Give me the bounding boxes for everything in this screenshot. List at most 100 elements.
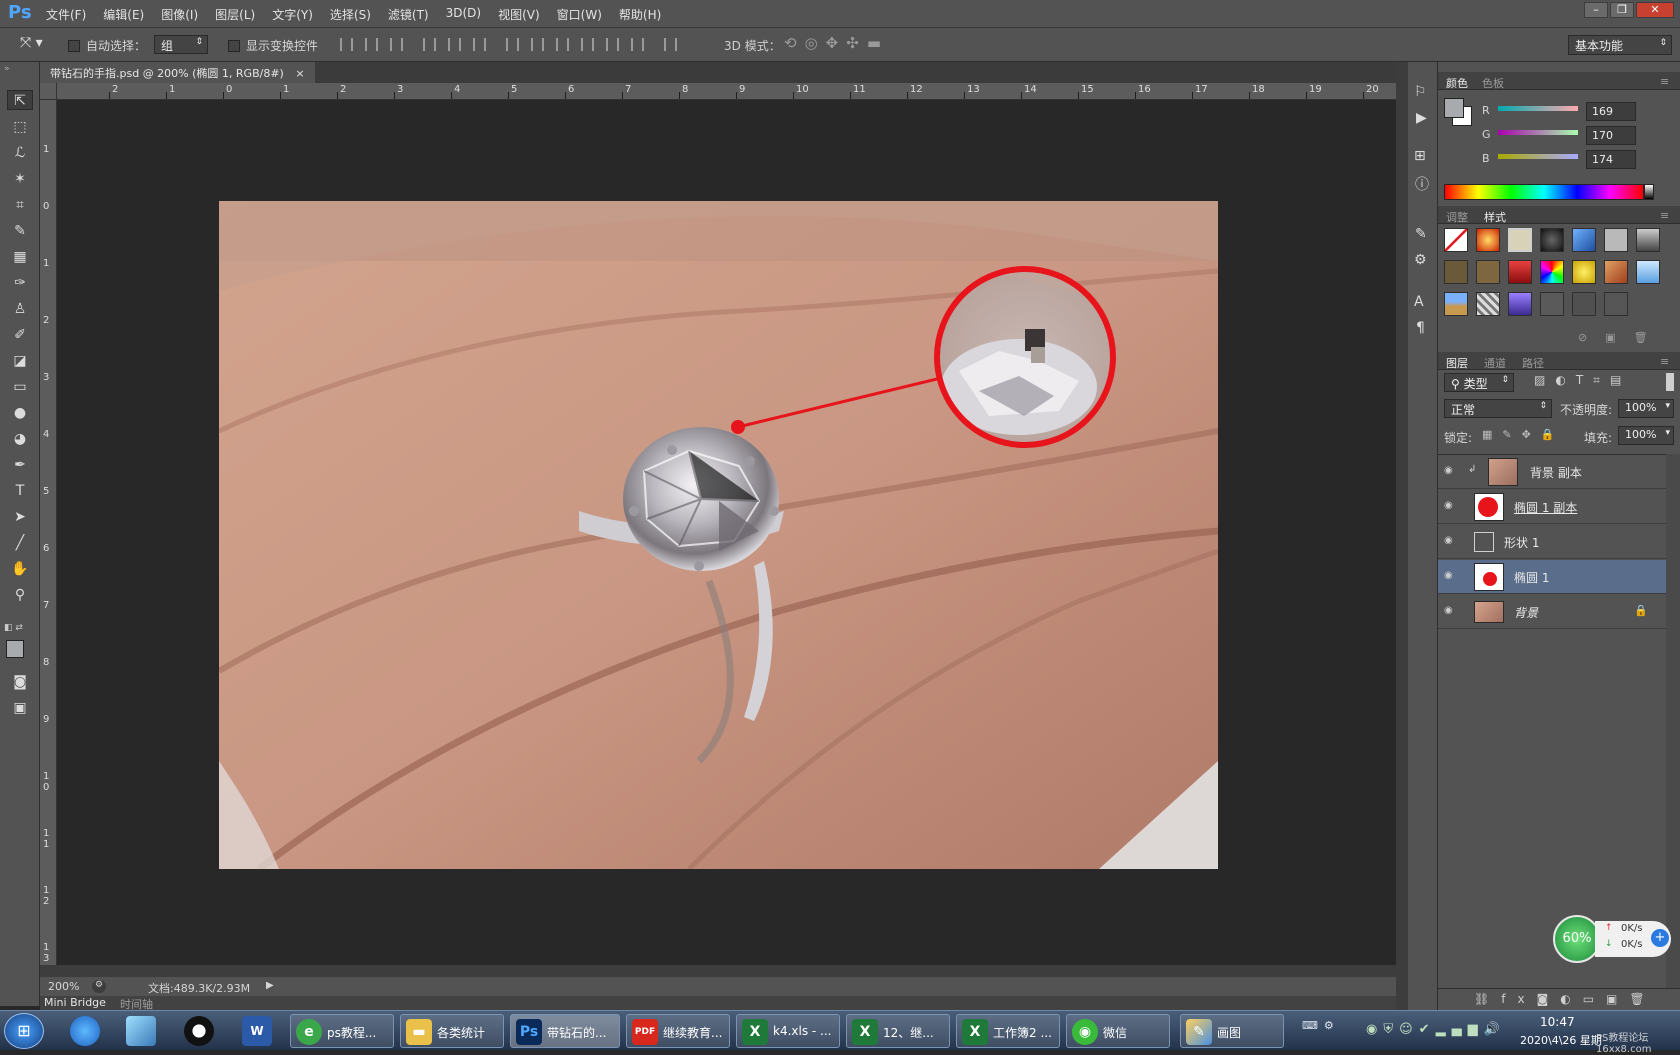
style-swatch[interactable] (1540, 292, 1564, 316)
menu-layer[interactable]: 图层(L) (215, 6, 255, 23)
lock-position-icon[interactable]: ✥ (1522, 428, 1541, 441)
auto-select-checkbox[interactable] (68, 40, 80, 52)
adjustment-layer-icon[interactable]: ◐ (1560, 992, 1582, 1006)
taskbar-button[interactable]: ▬ 各类统计 (400, 1014, 504, 1048)
layer-row[interactable]: ◉ ↲ 背景 副本 (1438, 455, 1666, 489)
auto-align-icon[interactable] (664, 38, 677, 51)
network-icon[interactable]: ▂▄▆ (1436, 1022, 1484, 1037)
horizontal-scrollbar[interactable] (40, 965, 1396, 977)
menu-view[interactable]: 视图(V) (498, 6, 540, 23)
document-canvas[interactable] (219, 201, 1218, 869)
keyboard-icon[interactable]: ⌨ (1302, 1019, 1324, 1032)
style-swatch[interactable] (1540, 260, 1564, 284)
taskbar-button[interactable]: ✎ 画图 (1180, 1014, 1284, 1048)
channel-r-value[interactable]: 169 (1586, 102, 1636, 121)
style-swatch[interactable] (1476, 260, 1500, 284)
style-swatch[interactable] (1604, 228, 1628, 252)
brush-presets-icon[interactable]: ⚙ (1414, 252, 1427, 268)
style-swatch[interactable] (1604, 260, 1628, 284)
filter-type-icon[interactable]: T (1576, 373, 1593, 387)
menu-type[interactable]: 文字(Y) (272, 6, 313, 23)
clock-time[interactable]: 10:47 (1540, 1015, 1575, 1029)
filter-toggle[interactable] (1666, 373, 1674, 391)
menu-filter[interactable]: 滤镜(T) (388, 6, 429, 23)
status-share-icon[interactable]: ⚙ (92, 980, 106, 993)
healing-brush-tool-icon[interactable]: ▦ (7, 247, 33, 267)
align-bottom-icon[interactable] (390, 38, 403, 51)
eraser-tool-icon[interactable]: ◪ (7, 351, 33, 371)
status-menu-arrow-icon[interactable]: ▶ (266, 980, 274, 991)
delete-layer-icon[interactable]: 🗑 (1629, 992, 1656, 1006)
character-panel-icon[interactable]: A (1414, 294, 1424, 310)
tab-color[interactable]: 颜色 (1446, 75, 1468, 91)
delete-style-icon[interactable]: 🗑 (1634, 331, 1666, 344)
taskbar-button[interactable]: ◉ 微信 (1066, 1014, 1170, 1048)
menu-help[interactable]: 帮助(H) (619, 6, 661, 23)
paragraph-panel-icon[interactable]: ¶ (1416, 320, 1425, 336)
visibility-eye-icon[interactable]: ◉ (1444, 605, 1458, 617)
screen-mode-icon[interactable]: ▣ (7, 698, 33, 718)
panel-menu-icon[interactable]: ≡ (1660, 209, 1669, 222)
pan-3d-icon[interactable]: ✥ (826, 34, 847, 52)
fill-input[interactable]: 100% ▾ (1618, 426, 1674, 445)
style-swatch[interactable] (1476, 292, 1500, 316)
brush-panel-icon[interactable]: ✎ (1415, 226, 1427, 242)
channel-g-slider[interactable] (1498, 130, 1578, 135)
tab-layers[interactable]: 图层 (1446, 355, 1468, 371)
menu-3d[interactable]: 3D(D) (446, 6, 481, 23)
distribute-right-icon[interactable] (631, 38, 644, 51)
style-swatch-none[interactable] (1444, 228, 1468, 252)
distribute-vcenter-icon[interactable] (531, 38, 544, 51)
brush-tool-icon[interactable]: ✑ (7, 273, 33, 293)
magic-wand-tool-icon[interactable]: ✶ (7, 169, 33, 189)
ruler-origin[interactable] (40, 83, 57, 100)
taskbar-button[interactable]: X 12、继... (846, 1014, 950, 1048)
crop-tool-icon[interactable]: ⌗ (7, 195, 33, 215)
close-icon[interactable]: ✕ (1636, 2, 1674, 18)
style-swatch[interactable] (1572, 292, 1596, 316)
tab-mini-bridge[interactable]: Mini Bridge (44, 996, 106, 1009)
document-tab-close-icon[interactable]: × (295, 67, 304, 80)
menu-window[interactable]: 窗口(W) (557, 6, 602, 23)
lasso-tool-icon[interactable]: ℒ (7, 143, 33, 163)
roll-3d-icon[interactable]: ◎ (805, 34, 826, 52)
layer-row[interactable]: ◉ 背景 🔒 (1438, 595, 1666, 629)
color-spectrum-bar[interactable] (1444, 184, 1644, 200)
new-style-icon[interactable]: ▣ (1605, 331, 1633, 344)
collapse-icon[interactable]: » (4, 64, 10, 74)
default-colors-icon[interactable]: ◧ ⇄ (4, 623, 23, 633)
actions-panel-icon[interactable]: ▶ (1416, 110, 1427, 126)
menu-file[interactable]: 文件(F) (46, 6, 86, 23)
style-swatch[interactable] (1476, 228, 1500, 252)
taskbar-button[interactable]: PDF 继续教育... (626, 1014, 730, 1048)
sogou-icon[interactable] (70, 1016, 100, 1046)
taskbar-button[interactable]: X 工作簿2 ... (956, 1014, 1060, 1048)
clock-date[interactable]: 2020\4\26 星期 (1520, 1032, 1602, 1048)
align-vcenter-icon[interactable] (365, 38, 378, 51)
style-swatch[interactable] (1508, 292, 1532, 316)
layer-style-icon[interactable]: fx (1501, 992, 1536, 1006)
move-tool-icon[interactable]: ⇱ (7, 90, 33, 110)
dodge-tool-icon[interactable]: ◕ (7, 429, 33, 449)
taskbar-button[interactable]: Xk4.xls - ... (736, 1014, 840, 1048)
color-bw-ramp[interactable] (1644, 184, 1654, 200)
network-speed-widget[interactable]: 60% ↑ 0K/s ↓ 0K/s + (1553, 915, 1678, 965)
restore-icon[interactable]: ❐ (1610, 2, 1634, 18)
visibility-eye-icon[interactable]: ◉ (1444, 535, 1458, 547)
style-swatch[interactable] (1508, 260, 1532, 284)
word-icon[interactable]: W (242, 1016, 272, 1046)
style-swatch[interactable] (1444, 260, 1468, 284)
clone-stamp-tool-icon[interactable]: ♙ (7, 299, 33, 319)
filter-pixel-icon[interactable]: ▨ (1534, 373, 1555, 387)
info-panel-icon[interactable]: ⓘ (1415, 174, 1429, 194)
start-button[interactable]: ⊞ (4, 1013, 44, 1049)
link-layers-icon[interactable]: ⛓ (1474, 992, 1501, 1006)
layer-row[interactable]: ◉ 形状 1 (1438, 525, 1666, 559)
filter-smart-icon[interactable]: ▤ (1610, 373, 1631, 387)
tray-app-icon[interactable]: ☺ (1399, 1022, 1419, 1037)
clear-style-icon[interactable]: ⊘ (1578, 331, 1605, 344)
align-top-icon[interactable] (340, 38, 353, 51)
taskbar-button-active[interactable]: Ps 带钻石的... (510, 1014, 620, 1048)
hand-tool-icon[interactable]: ✋ (7, 559, 33, 579)
properties-panel-icon[interactable]: ⊞ (1414, 148, 1426, 164)
